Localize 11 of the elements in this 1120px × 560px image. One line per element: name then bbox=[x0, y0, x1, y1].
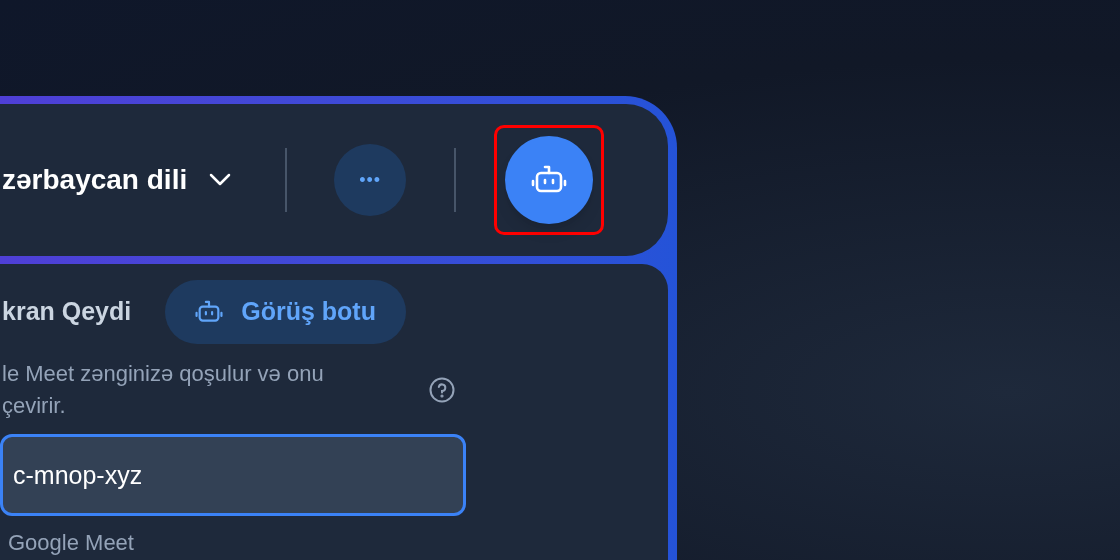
chevron-down-icon[interactable] bbox=[209, 173, 232, 187]
mode-pill[interactable]: Görüş botu bbox=[165, 280, 406, 344]
help-icon[interactable] bbox=[429, 377, 455, 403]
more-button[interactable]: ••• bbox=[334, 144, 407, 216]
section-title: kran Qeydi bbox=[1, 296, 132, 328]
description-text: le Meet zənginizə qoşulur və onu bbox=[1, 360, 325, 388]
language-label[interactable]: zərbaycan dili bbox=[0, 159, 188, 201]
field-caption: Google Meet bbox=[7, 529, 135, 557]
description-text: çevirir. bbox=[1, 392, 67, 420]
meeting-code-field[interactable]: c-mnop-xyz bbox=[0, 434, 466, 516]
robot-icon bbox=[195, 299, 224, 325]
